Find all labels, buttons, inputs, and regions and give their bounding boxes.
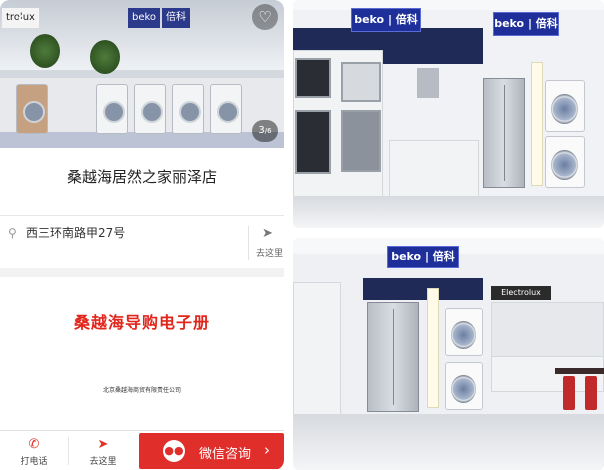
photo-floor bbox=[293, 414, 604, 470]
showroom-floor bbox=[0, 132, 284, 148]
photo-sign-beko: beko | 倍科 bbox=[493, 12, 559, 36]
display-fridge bbox=[367, 302, 419, 412]
hero-sign-beko: beko bbox=[128, 8, 161, 28]
hero-washer bbox=[16, 84, 48, 134]
hero-plant bbox=[90, 40, 120, 74]
store-hero-image[interactable]: trolux beko 倍科 ‹ ♡ 3/6 bbox=[0, 0, 284, 148]
display-oven bbox=[295, 58, 331, 98]
address-row[interactable]: ⚲ 西三环南路甲27号 ➤ 去这里 bbox=[0, 216, 284, 268]
chevron-left-icon[interactable]: ‹ bbox=[10, 6, 32, 28]
hero-washer bbox=[210, 84, 242, 134]
pager-total: /6 bbox=[264, 127, 272, 135]
hero-washer bbox=[96, 84, 128, 134]
kitchen-backwall bbox=[491, 302, 604, 362]
navigation-arrow-icon: ➤ bbox=[97, 437, 109, 452]
photo-ceiling bbox=[293, 0, 604, 10]
hero-sign-beike: 倍科 bbox=[162, 8, 190, 28]
store-name: 桑越海居然之家丽泽店 bbox=[66, 168, 217, 186]
bottom-action-bar: ✆ 打电话 ➤ 去这里 ●● 微信咨询 › bbox=[0, 430, 284, 470]
navigate-button[interactable]: ➤ 去这里 bbox=[69, 431, 137, 470]
navigate-button-label: 去这里 bbox=[89, 457, 117, 467]
display-fridge bbox=[483, 78, 525, 188]
dining-chair bbox=[563, 376, 575, 410]
display-oven bbox=[341, 62, 381, 102]
display-cabinet bbox=[293, 282, 341, 432]
display-oven bbox=[295, 110, 331, 174]
chevron-right-icon: › bbox=[264, 441, 270, 459]
call-button[interactable]: ✆ 打电话 bbox=[0, 431, 68, 470]
store-photo-2[interactable]: beko | 倍科 Electrolux bbox=[293, 238, 604, 470]
hero-plant bbox=[30, 34, 60, 68]
light-panel bbox=[427, 288, 439, 408]
wechat-icon: ●● bbox=[163, 440, 185, 462]
display-washer bbox=[445, 308, 483, 356]
location-pin-icon: ⚲ bbox=[8, 226, 17, 240]
ebook-title: 桑越海导购电子册 bbox=[73, 313, 210, 332]
store-address: 西三环南路甲27号 bbox=[26, 226, 126, 240]
section-gap bbox=[0, 268, 284, 277]
photo-fascia bbox=[363, 278, 483, 300]
photo-sign-beko: beko | 倍科 bbox=[387, 246, 459, 268]
address-separator bbox=[248, 226, 249, 260]
hero-washer bbox=[134, 84, 166, 134]
photo-sign-beko: beko | 倍科 bbox=[351, 8, 421, 32]
photo-floor bbox=[293, 196, 604, 228]
display-washer bbox=[445, 362, 483, 410]
phone-icon: ✆ bbox=[28, 437, 40, 452]
display-cabinet bbox=[389, 140, 479, 200]
compass-icon[interactable]: ➤ bbox=[262, 226, 276, 241]
image-pager: 3/6 bbox=[252, 120, 278, 142]
screen: trolux beko 倍科 ‹ ♡ 3/6 桑越海居然之家丽泽店 ⚲ 西三环南… bbox=[0, 0, 604, 470]
wechat-consult-label: 微信咨询 bbox=[199, 447, 252, 462]
light-panel bbox=[531, 62, 543, 186]
display-washer bbox=[545, 80, 585, 132]
store-detail-panel: trolux beko 倍科 ‹ ♡ 3/6 桑越海居然之家丽泽店 ⚲ 西三环南… bbox=[0, 0, 284, 470]
display-washer bbox=[545, 136, 585, 188]
navigate-label[interactable]: 去这里 bbox=[256, 246, 283, 259]
ebook-company: 北京桑越海商贸有限责任公司 bbox=[102, 387, 181, 394]
hero-washer bbox=[172, 84, 204, 134]
heart-outline-icon[interactable]: ♡ bbox=[252, 4, 278, 30]
display-oven bbox=[341, 110, 381, 172]
photo-sign-electrolux: Electrolux bbox=[491, 286, 551, 300]
range-hood bbox=[417, 68, 439, 98]
store-photo-1[interactable]: beko | 倍科 beko | 倍科 bbox=[293, 0, 604, 228]
wechat-consult-button[interactable]: ●● 微信咨询 › bbox=[139, 433, 284, 469]
call-label: 打电话 bbox=[20, 457, 48, 467]
dining-table bbox=[555, 368, 604, 374]
dining-chair bbox=[585, 376, 597, 410]
shopping-guide-ebook[interactable]: 桑越海导购电子册 北京桑越海商贸有限责任公司 bbox=[0, 277, 284, 429]
